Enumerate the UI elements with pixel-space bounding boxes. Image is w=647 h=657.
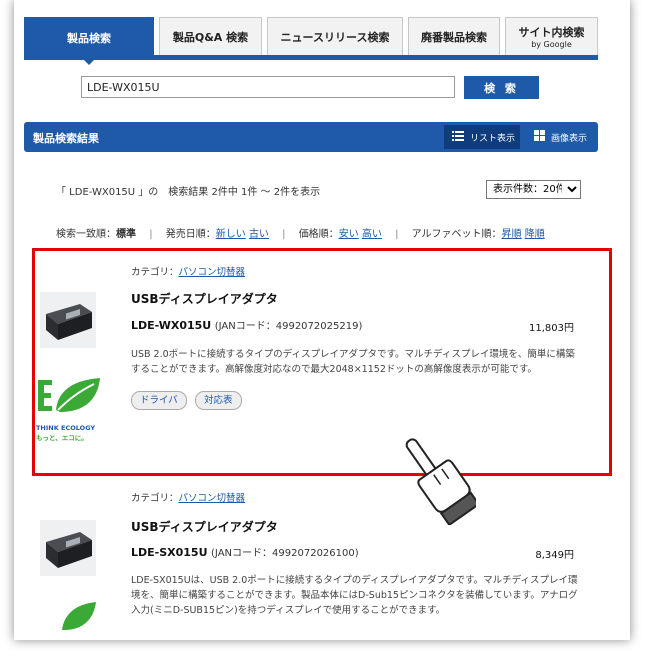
sort-price-label: 価格順：	[298, 229, 339, 240]
eco-leaf-icon	[62, 602, 96, 630]
grid-icon	[534, 130, 545, 144]
jan-code: (JANコード：4992072026100)	[211, 548, 359, 559]
product-image[interactable]	[40, 520, 96, 576]
sort-price-low-link[interactable]: 安い	[339, 229, 359, 240]
model-number: LDE-SX015U	[131, 546, 208, 559]
list-view-label: リスト表示	[470, 133, 516, 144]
tab-product-search[interactable]: 製品検索	[24, 17, 154, 65]
sort-relevance-value: 標準	[116, 229, 136, 240]
sort-date-new-link[interactable]: 新しい	[216, 229, 246, 240]
product-category: カテゴリ：パソコン切替器	[131, 490, 245, 504]
category-label: カテゴリ：	[131, 493, 179, 504]
tab-underline	[24, 55, 598, 60]
tab-label: サイト内検索	[518, 26, 585, 39]
separator: |	[395, 229, 399, 240]
tab-label: 製品Q&A 検索	[172, 30, 249, 44]
results-header: 製品検索結果 リスト表示 画像表示	[24, 122, 598, 152]
tab-label: 廃番製品検索	[421, 30, 487, 44]
tab-news-release[interactable]: ニュースリリース検索	[267, 17, 403, 55]
separator: |	[149, 229, 153, 240]
sort-relevance-label: 検索一致順：	[56, 229, 116, 240]
browser-frame: 製品検索 製品Q&A 検索 ニュースリリース検索 廃番製品検索 サイト内検索 b…	[14, 0, 630, 640]
tab-site-search[interactable]: サイト内検索 by Google	[505, 17, 598, 55]
pointing-hand-icon	[405, 438, 476, 525]
product-price: 8,349円	[535, 550, 574, 561]
tab-product-qa[interactable]: 製品Q&A 検索	[159, 17, 262, 55]
list-icon	[452, 130, 464, 144]
category-link[interactable]: パソコン切替器	[179, 493, 246, 504]
tab-label: 製品検索	[67, 31, 111, 45]
results-summary: 「 LDE-WX015U 」の 検索結果 2件中 1件 ～ 2件を表示	[56, 187, 321, 198]
sort-date-label: 発売日順：	[165, 229, 216, 240]
sort-date-old-link[interactable]: 古い	[249, 229, 269, 240]
separator: |	[282, 229, 286, 240]
tab-label: ニュースリリース検索	[280, 30, 390, 44]
sort-alpha-asc-link[interactable]: 昇順	[502, 229, 522, 240]
sort-price-high-link[interactable]: 高い	[362, 229, 382, 240]
product-model: LDE-SX015U (JANコード：4992072026100)	[131, 544, 359, 559]
search-input[interactable]	[81, 76, 455, 98]
image-view-button[interactable]: 画像表示	[526, 125, 596, 149]
sort-options: 検索一致順：標準 | 発売日順：新しい 古い | 価格順：安い 高い | アルフ…	[56, 225, 545, 240]
highlight-box	[32, 248, 612, 476]
search-tabs: 製品検索 製品Q&A 検索 ニュースリリース検索 廃番製品検索 サイト内検索 b…	[24, 17, 614, 65]
list-view-button[interactable]: リスト表示	[444, 125, 520, 149]
image-view-label: 画像表示	[551, 133, 588, 144]
tab-discontinued[interactable]: 廃番製品検索	[408, 17, 500, 55]
product-description: LDE-SX015Uは、USB 2.0ポートに接続するタイプのディスプレイアダプ…	[131, 575, 578, 616]
sort-alpha-desc-link[interactable]: 降順	[525, 229, 545, 240]
tab-sublabel: by Google	[531, 40, 572, 49]
product-name[interactable]: USBディスプレイアダプタ	[131, 518, 278, 535]
per-page-select[interactable]: 表示件数：20件	[486, 180, 581, 199]
sort-alpha-label: アルファベット順：	[411, 229, 502, 240]
results-title: 製品検索結果	[33, 132, 99, 145]
search-button[interactable]: 検 索	[464, 76, 539, 99]
product-card: カテゴリ：パソコン切替器 USBディスプレイアダプタ LDE-SX015U (J…	[24, 488, 598, 630]
